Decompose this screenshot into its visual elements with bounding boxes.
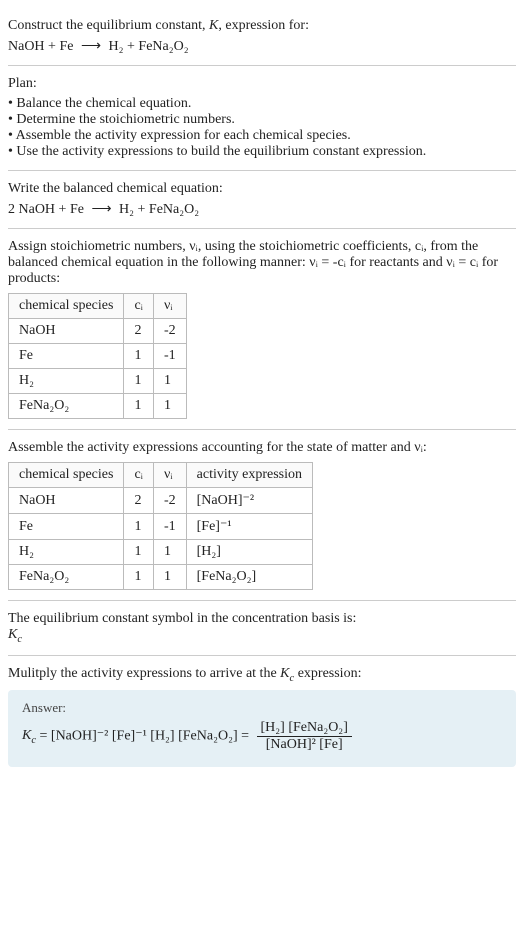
cell-species: H₂ <box>9 540 124 565</box>
table-row: NaOH 2 -2 <box>9 319 187 344</box>
kc-denominator: [NaOH]² [Fe] <box>257 737 352 753</box>
cell-species: Fe <box>9 514 124 540</box>
cell-expr: [FeNa₂O₂] <box>186 565 312 590</box>
cell-species: NaOH <box>9 488 124 514</box>
balanced-lhs: 2 NaOH + Fe <box>8 202 84 217</box>
answer-box: Answer: Kc = [NaOH]⁻² [Fe]⁻¹ [H₂] [FeNa₂… <box>8 690 516 767</box>
cell-vi: 1 <box>153 369 186 394</box>
cell-ci: 1 <box>124 565 154 590</box>
multiply-text: Mulitply the activity expressions to arr… <box>8 666 516 684</box>
table-row: Fe 1 -1 [Fe]⁻¹ <box>9 514 313 540</box>
cell-ci: 2 <box>124 488 154 514</box>
stoich-table: chemical species cᵢ νᵢ NaOH 2 -2 Fe 1 -1… <box>8 293 187 419</box>
table-row: NaOH 2 -2 [NaOH]⁻² <box>9 488 313 514</box>
plan-section: Plan: Balance the chemical equation. Det… <box>8 66 516 171</box>
cell-species: H₂ <box>9 369 124 394</box>
plan-item: Balance the chemical equation. <box>8 96 516 112</box>
cell-vi: 1 <box>153 540 186 565</box>
eq-lhs: NaOH + Fe <box>8 39 73 54</box>
plan-item: Determine the stoichiometric numbers. <box>8 112 516 128</box>
table-header-row: chemical species cᵢ νᵢ activity expressi… <box>9 463 313 488</box>
cell-species: FeNa₂O₂ <box>9 565 124 590</box>
table-row: H₂ 1 1 [H₂] <box>9 540 313 565</box>
cell-ci: 1 <box>124 394 154 419</box>
cell-ci: 2 <box>124 319 154 344</box>
cell-expr: [H₂] <box>186 540 312 565</box>
cell-expr: [Fe]⁻¹ <box>186 514 312 540</box>
cell-ci: 1 <box>124 540 154 565</box>
cell-vi: -2 <box>153 488 186 514</box>
kc-left: Kc <box>22 728 36 743</box>
eq-rhs: H₂ + FeNa₂O₂ <box>109 39 189 54</box>
cell-vi: -1 <box>153 344 186 369</box>
activity-table: chemical species cᵢ νᵢ activity expressi… <box>8 462 313 590</box>
symbol-text: The equilibrium constant symbol in the c… <box>8 611 516 627</box>
kc-fraction: [H₂] [FeNa₂O₂] [NaOH]² [Fe] <box>257 720 352 753</box>
activity-text: Assemble the activity expressions accoun… <box>8 440 516 456</box>
balanced-section: Write the balanced chemical equation: 2 … <box>8 171 516 229</box>
col-expr: activity expression <box>186 463 312 488</box>
balanced-rhs: H₂ + FeNa₂O₂ <box>119 202 199 217</box>
cell-species: Fe <box>9 344 124 369</box>
cell-ci: 1 <box>124 514 154 540</box>
answer-label: Answer: <box>22 700 502 716</box>
stoich-text: Assign stoichiometric numbers, νᵢ, using… <box>8 239 516 287</box>
multiply-section: Mulitply the activity expressions to arr… <box>8 656 516 777</box>
prompt-section: Construct the equilibrium constant, K, e… <box>8 8 516 66</box>
kc-symbol: Kc <box>8 627 516 645</box>
plan-item: Assemble the activity expression for eac… <box>8 128 516 144</box>
cell-vi: -1 <box>153 514 186 540</box>
arrow-icon: ⟶ <box>81 38 101 55</box>
symbol-section: The equilibrium constant symbol in the c… <box>8 601 516 656</box>
kc-flat: = [NaOH]⁻² [Fe]⁻¹ [H₂] [FeNa₂O₂] = <box>40 728 253 743</box>
col-ci: cᵢ <box>124 294 154 319</box>
table-row: H₂ 1 1 <box>9 369 187 394</box>
balanced-title: Write the balanced chemical equation: <box>8 181 516 197</box>
plan-list: Balance the chemical equation. Determine… <box>8 96 516 160</box>
arrow-icon: ⟶ <box>91 201 111 218</box>
cell-ci: 1 <box>124 369 154 394</box>
cell-vi: 1 <box>153 394 186 419</box>
cell-vi: 1 <box>153 565 186 590</box>
plan-title: Plan: <box>8 76 516 92</box>
kc-numerator: [H₂] [FeNa₂O₂] <box>257 720 352 737</box>
col-species: chemical species <box>9 463 124 488</box>
activity-section: Assemble the activity expressions accoun… <box>8 430 516 601</box>
cell-vi: -2 <box>153 319 186 344</box>
table-header-row: chemical species cᵢ νᵢ <box>9 294 187 319</box>
balanced-equation: 2 NaOH + Fe ⟶ H₂ + FeNa₂O₂ <box>8 201 516 218</box>
prompt-title: Construct the equilibrium constant, K, e… <box>8 18 516 34</box>
cell-expr: [NaOH]⁻² <box>186 488 312 514</box>
table-row: FeNa₂O₂ 1 1 [FeNa₂O₂] <box>9 565 313 590</box>
cell-species: FeNa₂O₂ <box>9 394 124 419</box>
unbalanced-equation: NaOH + Fe ⟶ H₂ + FeNa₂O₂ <box>8 38 516 55</box>
col-ci: cᵢ <box>124 463 154 488</box>
col-vi: νᵢ <box>153 463 186 488</box>
stoich-section: Assign stoichiometric numbers, νᵢ, using… <box>8 229 516 430</box>
table-row: FeNa₂O₂ 1 1 <box>9 394 187 419</box>
col-species: chemical species <box>9 294 124 319</box>
plan-item: Use the activity expressions to build th… <box>8 144 516 160</box>
cell-species: NaOH <box>9 319 124 344</box>
cell-ci: 1 <box>124 344 154 369</box>
table-row: Fe 1 -1 <box>9 344 187 369</box>
kc-formula: Kc = [NaOH]⁻² [Fe]⁻¹ [H₂] [FeNa₂O₂] = [H… <box>22 720 502 753</box>
col-vi: νᵢ <box>153 294 186 319</box>
